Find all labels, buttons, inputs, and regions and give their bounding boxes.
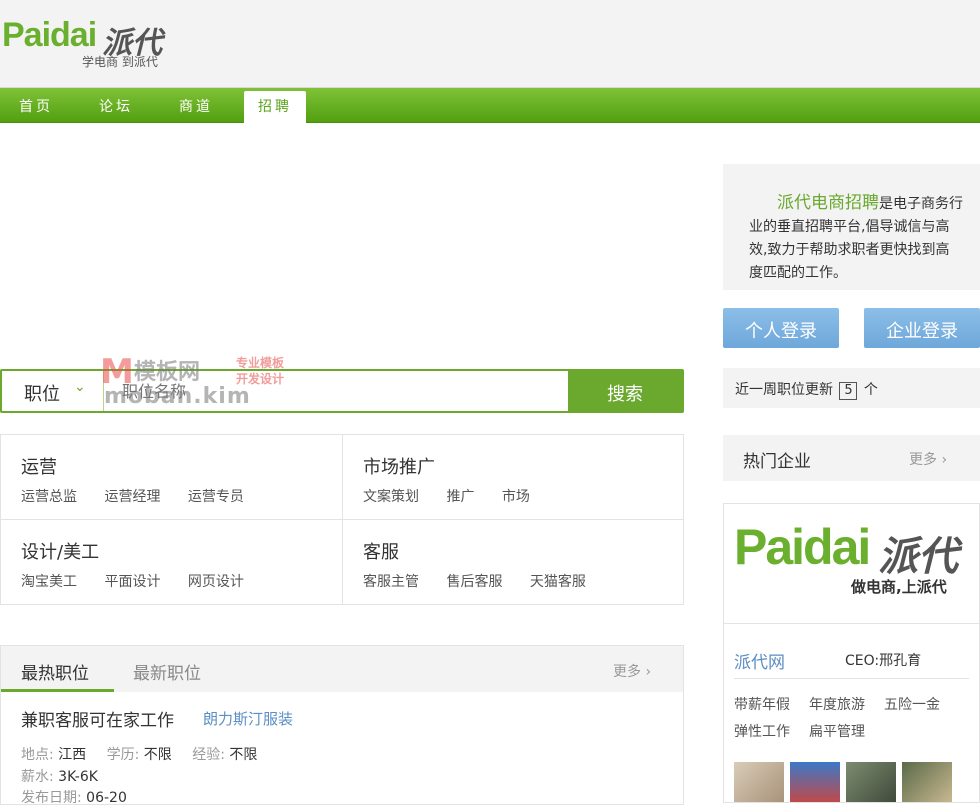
category-link[interactable]: 文案策划 xyxy=(363,489,419,505)
job-salary: 3K-6K xyxy=(58,769,98,785)
job-education: 不限 xyxy=(143,747,172,763)
job-search-bar: 职位 ⌄ 搜索 xyxy=(0,369,684,413)
site-header: Paidai 派代 学电商 到派代 xyxy=(0,0,980,88)
category-link[interactable]: 网页设计 xyxy=(188,574,244,590)
job-listings: 最热职位 最新职位 更多 › 兼职客服可在家工作 朗力斯汀服装 地点: 江西 学… xyxy=(0,645,684,807)
office-photo[interactable] xyxy=(734,762,784,802)
chevron-down-icon: ⌄ xyxy=(74,379,86,395)
divider xyxy=(734,678,969,679)
company-logo[interactable]: Paidai 派代 做电商,上派代 xyxy=(724,504,979,624)
logo[interactable]: Paidai xyxy=(2,16,97,55)
weekly-update: 近一周职位更新 5 个 xyxy=(723,368,980,408)
intro-brand: 派代电商招聘 xyxy=(777,193,879,213)
tab-new-jobs[interactable]: 最新职位 xyxy=(133,659,201,684)
company-card: Paidai 派代 做电商,上派代 派代网 CEO:邢孔育 带薪年假 年度旅游 … xyxy=(723,503,980,803)
job-location: 江西 xyxy=(58,747,87,763)
category-link[interactable]: 客服主管 xyxy=(363,574,419,590)
category-operations: 运营 运营总监 运营经理 运营专员 xyxy=(1,435,343,520)
main-nav: 首页 论坛 商道 招聘 xyxy=(0,88,980,123)
category-link[interactable]: 售后客服 xyxy=(446,574,502,590)
job-categories: 运营 运营总监 运营经理 运营专员 市场推广 文案策划 推广 市场 设计/美工 … xyxy=(0,434,684,605)
salary-label: 薪水: xyxy=(21,769,54,785)
category-design: 设计/美工 淘宝美工 平面设计 网页设计 xyxy=(1,520,343,605)
personal-login-button[interactable]: 个人登录 xyxy=(723,308,839,348)
company-perk: 带薪年假 xyxy=(734,697,790,713)
search-input[interactable] xyxy=(106,371,570,411)
company-ceo: CEO:邢孔育 xyxy=(845,653,922,669)
category-title[interactable]: 运营 xyxy=(21,453,57,479)
nav-item-jobs[interactable]: 招聘 xyxy=(244,91,306,123)
category-title[interactable]: 客服 xyxy=(363,538,399,564)
category-links: 文案策划 推广 市场 xyxy=(363,486,553,506)
intro-text: 业的垂直招聘平台,倡导诚信与高 xyxy=(749,219,950,235)
logo-slogan: 学电商 到派代 xyxy=(82,55,158,69)
category-links: 客服主管 售后客服 天猫客服 xyxy=(363,571,609,591)
company-perk: 五险一金 xyxy=(884,697,940,713)
hot-companies-header: 热门企业 更多 › xyxy=(723,435,980,481)
category-links: 运营总监 运营经理 运营专员 xyxy=(21,486,267,506)
update-count: 5 xyxy=(839,382,858,400)
job-date: 06-20 xyxy=(86,790,127,806)
education-label: 学历: xyxy=(106,747,140,763)
company-perk: 扁平管理 xyxy=(809,724,865,740)
category-link[interactable]: 天猫客服 xyxy=(530,574,586,590)
category-marketing: 市场推广 文案策划 推广 市场 xyxy=(343,435,685,520)
category-title[interactable]: 设计/美工 xyxy=(21,538,99,564)
category-link[interactable]: 市场 xyxy=(502,489,530,505)
team-photo[interactable] xyxy=(790,762,840,802)
category-links: 淘宝美工 平面设计 网页设计 xyxy=(21,571,267,591)
job-date-row: 发布日期: 06-20 xyxy=(21,787,127,807)
intro-text: 度匹配的工作。 xyxy=(749,265,847,281)
job-title[interactable]: 兼职客服可在家工作 xyxy=(21,706,174,731)
search-type-select[interactable]: 职位 ⌄ xyxy=(2,371,104,411)
company-logo-slogan: 做电商,上派代 xyxy=(851,578,947,596)
jobs-more-link[interactable]: 更多 › xyxy=(613,661,651,681)
job-company[interactable]: 朗力斯汀服装 xyxy=(203,708,293,729)
category-link[interactable]: 运营总监 xyxy=(21,489,77,505)
job-salary-row: 薪水: 3K-6K xyxy=(21,766,98,786)
category-link[interactable]: 平面设计 xyxy=(104,574,160,590)
search-button[interactable]: 搜索 xyxy=(568,371,682,411)
company-perk: 弹性工作 xyxy=(734,724,790,740)
company-logo-text: Paidai xyxy=(734,519,871,575)
experience-label: 经验: xyxy=(192,747,225,763)
tab-hot-jobs[interactable]: 最热职位 xyxy=(21,659,89,684)
nav-item-forum[interactable]: 论坛 xyxy=(99,96,133,116)
category-link[interactable]: 淘宝美工 xyxy=(21,574,77,590)
intro-panel: 派代电商招聘是电子商务行 业的垂直招聘平台,倡导诚信与高 效,致力于帮助求职者更… xyxy=(723,164,980,290)
category-link[interactable]: 运营专员 xyxy=(188,489,244,505)
hot-companies-title: 热门企业 xyxy=(743,452,811,472)
hot-companies-more-link[interactable]: 更多 › xyxy=(909,449,947,469)
job-requirements: 地点: 江西 学历: 不限 经验: 不限 xyxy=(21,744,257,764)
nav-item-business[interactable]: 商道 xyxy=(179,96,213,116)
office-photo[interactable] xyxy=(846,762,896,802)
job-tabs: 最热职位 最新职位 更多 › xyxy=(1,646,683,692)
update-prefix: 近一周职位更新 xyxy=(735,382,833,398)
nav-item-home[interactable]: 首页 xyxy=(19,96,53,116)
job-experience: 不限 xyxy=(229,747,258,763)
active-tab-indicator xyxy=(1,689,114,692)
intro-text: 效,致力于帮助求职者更快找到高 xyxy=(749,242,950,258)
location-label: 地点: xyxy=(21,747,54,763)
intro-text: 是电子商务行 xyxy=(879,196,963,212)
company-perk: 年度旅游 xyxy=(809,697,865,713)
update-suffix: 个 xyxy=(863,382,878,398)
company-login-button[interactable]: 企业登录 xyxy=(864,308,980,348)
category-link[interactable]: 推广 xyxy=(446,489,474,505)
company-name[interactable]: 派代网 xyxy=(734,648,785,673)
category-link[interactable]: 运营经理 xyxy=(104,489,160,505)
team-photo[interactable] xyxy=(902,762,952,802)
category-customer-service: 客服 客服主管 售后客服 天猫客服 xyxy=(343,520,685,605)
date-label: 发布日期: xyxy=(21,790,82,806)
search-type-label: 职位 xyxy=(24,384,60,405)
company-logo-chinese: 派代 xyxy=(878,534,958,580)
category-title[interactable]: 市场推广 xyxy=(363,453,435,479)
